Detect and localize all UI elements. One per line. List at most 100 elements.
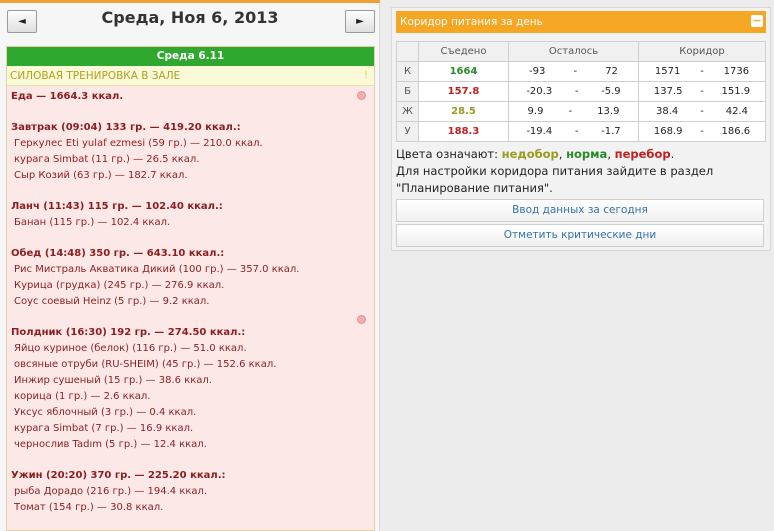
range-sep: - (700, 106, 704, 117)
left-min: 9.9 (527, 106, 544, 117)
corridor-row: Ж 28.5 9.9 - 13.9 38.4 - 42.4 (396, 101, 766, 122)
corridor-max: 151.9 (721, 86, 751, 97)
legend-line: Цвета означают: недобор, норма, перебор. (396, 146, 766, 163)
food-item[interactable]: Сыр Козий (63 гр.) — 182.7 ккал. (11, 168, 374, 184)
meal-block: Полдник (16:30) 192 гр. — 274.50 ккал.: Я… (11, 325, 374, 453)
food-item[interactable]: Геркулес Eti yulaf ezmesi (59 гр.) — 210… (11, 136, 374, 152)
food-item[interactable]: Курица (грудка) (245 гр.) — 276.9 ккал. (11, 278, 374, 294)
food-item[interactable]: Уксус яблочный (3 гр.) — 0.4 ккал. (11, 405, 374, 421)
meal-header[interactable]: Ланч (11:43) 115 гр. — 102.40 ккал.: (11, 199, 374, 215)
training-note[interactable]: СИЛОВАЯ ТРЕНИРОВКА В ЗАЛЕ ! (7, 66, 374, 86)
collapse-icon[interactable]: − (751, 15, 763, 27)
range-sep: - (700, 86, 704, 97)
range-sep: - (574, 126, 579, 137)
corridor-header-row: Съедено Осталось Коридор (396, 41, 766, 62)
meal-block: Завтрак (09:04) 133 гр. — 419.20 ккал.: Г… (11, 120, 374, 184)
row-label: У (396, 121, 419, 142)
row-label: Ж (396, 101, 419, 122)
left-max: 72 (605, 66, 618, 77)
meals-list: Еда — 1664.3 ккал. Завтрак (09:04) 133 г… (7, 86, 374, 530)
legend-over: перебор (614, 147, 671, 161)
row-label: К (396, 61, 419, 82)
header-corridor: Коридор (638, 41, 766, 62)
food-item[interactable]: Соус соевый Heinz (5 гр.) — 9.2 ккал. (11, 294, 374, 310)
corridor-max: 186.6 (721, 126, 751, 137)
corridor-row: У 188.3 -19.4 - -1.7 168.9 - 186.6 (396, 121, 766, 142)
legend-prefix: Цвета означают: (396, 147, 502, 161)
header-left: Осталось (508, 41, 639, 62)
corridor-hint: Для настройки коридора питания зайдите в… (396, 164, 714, 195)
food-item[interactable]: Яйцо куриное (белок) (116 гр.) — 51.0 кк… (11, 341, 374, 357)
meal-header[interactable]: Обед (14:48) 350 гр. — 643.10 ккал.: (11, 246, 374, 262)
range-sep: - (568, 106, 573, 117)
prev-day-button[interactable]: ◄ (7, 10, 37, 33)
corridor-max: 42.4 (725, 106, 749, 117)
food-item[interactable]: курага Simbat (7 гр.) — 16.9 ккал. (11, 421, 374, 437)
range-sep: - (573, 66, 578, 77)
corridor-panel-header[interactable]: Коридор питания за день − (396, 11, 766, 33)
corridor-table: Съедено Осталось Коридор К 1664 -93 - 72 1571… (396, 41, 766, 142)
legend-comma: , (558, 147, 567, 161)
critical-days-button[interactable]: Отметить критические дни (396, 224, 764, 247)
corridor-range: 137.5 - 151.9 (638, 81, 766, 102)
corridor-min: 38.4 (655, 106, 679, 117)
corridor-min: 1571 (654, 66, 681, 77)
corridor-range: 1571 - 1736 (638, 61, 766, 82)
left-min: -19.4 (526, 126, 553, 137)
legend-comma: , (607, 147, 615, 161)
apple-icon[interactable] (357, 91, 366, 100)
meal-header[interactable]: Завтрак (09:04) 133 гр. — 419.20 ккал.: (11, 120, 374, 136)
meal-header[interactable]: Ужин (20:20) 370 гр. — 225.20 ккал.: (11, 468, 374, 484)
eaten-value: 28.5 (418, 101, 509, 122)
corridor-row: К 1664 -93 - 72 1571 - 1736 (396, 61, 766, 82)
meal-block: Ланч (11:43) 115 гр. — 102.40 ккал.: Бана… (11, 199, 374, 231)
header-eaten: Съедено (418, 41, 509, 62)
food-item[interactable]: рыба Дорадо (216 гр.) — 194.4 ккал. (11, 484, 374, 500)
corridor-range: 38.4 - 42.4 (638, 101, 766, 122)
meal-header[interactable]: Полдник (16:30) 192 гр. — 274.50 ккал.: (11, 325, 374, 341)
left-min: -20.3 (526, 86, 553, 97)
legend: Цвета означают: недобор, норма, перебор.… (396, 146, 766, 197)
food-diary: Среда 6.11 СИЛОВАЯ ТРЕНИРОВКА В ЗАЛЕ ! Е… (6, 46, 375, 531)
corridor-min: 168.9 (653, 126, 683, 137)
row-label: Б (396, 81, 419, 102)
eaten-value: 157.8 (418, 81, 509, 102)
corridor-body: К 1664 -93 - 72 1571 - 1736 Б 157.8 -20.3 - -5.9 137.… (396, 61, 766, 142)
left-panel: ◄ Среда, Ноя 6, 2013 ► Среда 6.11 СИЛОВА… (0, 0, 380, 531)
corridor-max: 1736 (723, 66, 750, 77)
meal-block: Обед (14:48) 350 гр. — 643.10 ккал.: Рис … (11, 246, 374, 310)
corridor-min: 137.5 (653, 86, 683, 97)
left-max: 13.9 (597, 106, 620, 117)
next-day-button[interactable]: ► (345, 10, 375, 33)
left-range: -19.4 - -1.7 (508, 121, 639, 142)
apple-icon[interactable] (357, 315, 366, 324)
top-accent-line (0, 0, 380, 3)
food-item[interactable]: Томат (154 гр.) — 30.8 ккал. (11, 500, 374, 516)
eaten-value: 1664 (418, 61, 509, 82)
eaten-value: 188.3 (418, 121, 509, 142)
day-header[interactable]: Среда 6.11 (7, 47, 374, 66)
meal-container: Завтрак (09:04) 133 гр. — 419.20 ккал.: Г… (11, 120, 374, 516)
food-item[interactable]: Банан (115 гр.) — 102.4 ккал. (11, 215, 374, 231)
left-max: -5.9 (601, 86, 621, 97)
meal-block: Ужин (20:20) 370 гр. — 225.20 ккал.: рыба… (11, 468, 374, 516)
legend-under: недобор (501, 147, 559, 161)
food-item[interactable]: овсяные отруби (RU-SHEIM) (45 гр.) — 152… (11, 357, 374, 373)
left-range: 9.9 - 13.9 (508, 101, 639, 122)
food-item[interactable]: курага Simbat (11 гр.) — 26.5 ккал. (11, 152, 374, 168)
food-total: Еда — 1664.3 ккал. (11, 91, 124, 102)
arrow-left-icon: ◄ (18, 16, 26, 27)
left-max: -1.7 (601, 126, 621, 137)
left-range: -20.3 - -5.9 (508, 81, 639, 102)
arrow-right-icon: ► (356, 16, 364, 27)
food-item[interactable]: чернослив Tadım (5 гр.) — 12.4 ккал. (11, 437, 374, 453)
left-min: -93 (529, 66, 546, 77)
food-item[interactable]: Рис Мистраль Акватика Дикий (100 гр.) — … (11, 262, 374, 278)
exclamation-icon: ! (363, 70, 368, 81)
enter-today-button[interactable]: Ввод данных за сегодня (396, 199, 764, 222)
food-item[interactable]: Инжир сушеный (15 гр.) — 38.6 ккал. (11, 373, 374, 389)
corridor-range: 168.9 - 186.6 (638, 121, 766, 142)
header-empty (396, 41, 419, 62)
food-item[interactable]: корица (1 гр.) — 2.6 ккал. (11, 389, 374, 405)
corridor-panel: Коридор питания за день − Съедено Остало… (391, 7, 771, 251)
